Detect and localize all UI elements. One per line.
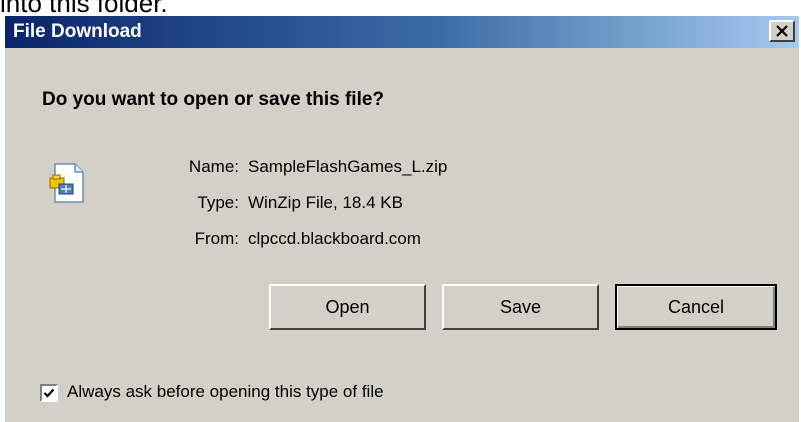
file-source-value: clpccd.blackboard.com: [248, 229, 421, 248]
close-icon: [776, 25, 788, 37]
from-label: From:: [194, 229, 239, 248]
title-bar[interactable]: File Download: [5, 16, 799, 48]
name-label: Name:: [188, 157, 239, 176]
cancel-button[interactable]: Cancel: [615, 284, 777, 330]
always-ask-label[interactable]: Always ask before opening this type of f…: [67, 382, 384, 402]
file-name-value: SampleFlashGames_L.zip: [248, 157, 448, 176]
file-type-value: WinZip File, 18.4 KB: [248, 193, 403, 212]
save-button[interactable]: Save: [442, 284, 599, 330]
zip-file-icon: [49, 163, 84, 203]
close-button[interactable]: [769, 20, 795, 42]
dialog-title: File Download: [13, 21, 142, 42]
always-ask-checkbox[interactable]: [40, 384, 58, 402]
type-label: Type:: [197, 193, 239, 212]
checkmark-icon: [43, 388, 55, 398]
download-question: Do you want to open or save this file?: [42, 89, 385, 110]
file-download-dialog: File Download Do you want to open or sav…: [3, 16, 799, 422]
open-button[interactable]: Open: [269, 284, 426, 330]
